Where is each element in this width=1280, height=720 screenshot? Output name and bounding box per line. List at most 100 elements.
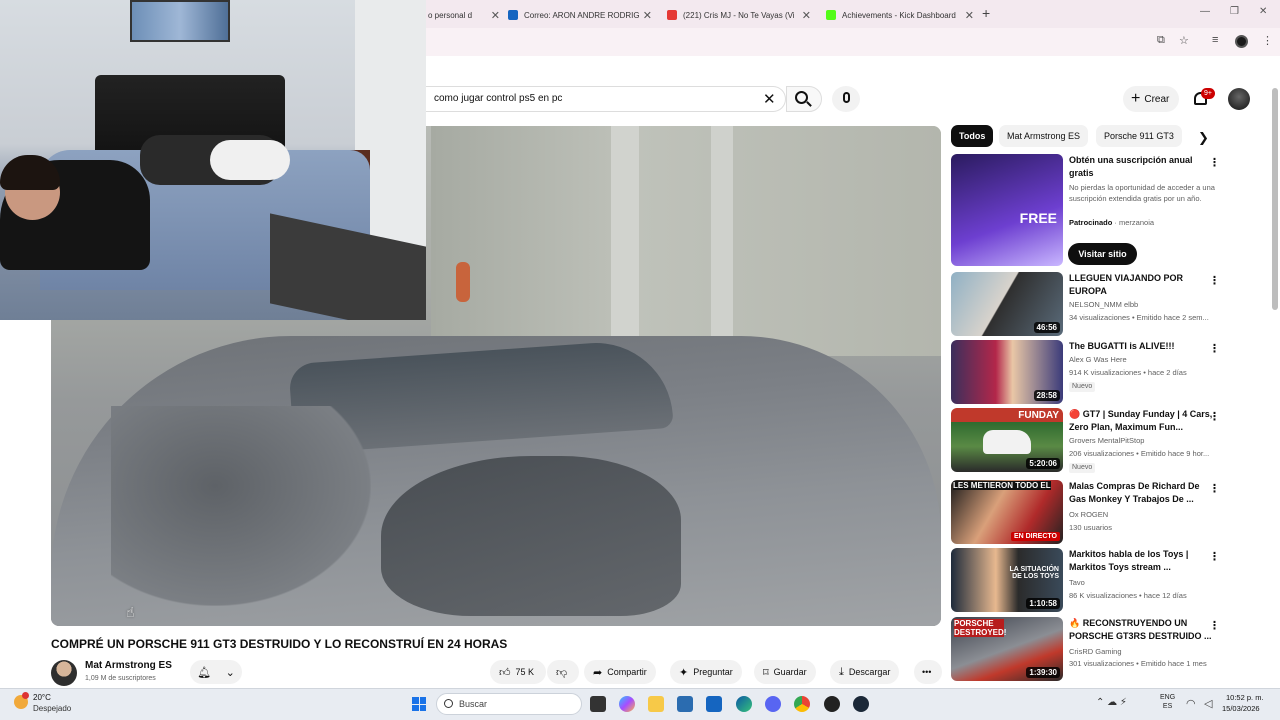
- list-item[interactable]: LES METIERON TODO EL EN DIRECTO Malas Co…: [951, 480, 1221, 544]
- clear-search-icon[interactable]: ✕: [763, 90, 776, 108]
- outlook-icon[interactable]: [706, 696, 722, 712]
- speaker-icon[interactable]: ◁: [1204, 697, 1212, 710]
- edge-icon[interactable]: [736, 696, 752, 712]
- taskbar-search[interactable]: Buscar: [436, 693, 582, 715]
- discord-icon[interactable]: [765, 696, 781, 712]
- rec-title[interactable]: 🔴 GT7 | Sunday Funday | 4 Cars, Zero Pla…: [1069, 408, 1219, 434]
- chip-porsche[interactable]: Porsche 911 GT3: [1096, 125, 1182, 147]
- close-icon[interactable]: ✕: [643, 9, 652, 22]
- more-vertical-icon[interactable]: ⋮: [1209, 550, 1220, 563]
- subscription-bell-button[interactable]: 🔔︎ ⌄: [190, 660, 242, 684]
- rec-title[interactable]: 🔥 RECONSTRUYENDO UN PORSCHE GT3RS DESTRU…: [1069, 617, 1219, 643]
- reading-list-icon[interactable]: ≡: [1212, 34, 1218, 46]
- share-icon: ➦: [593, 666, 603, 679]
- obs-icon[interactable]: [824, 696, 840, 712]
- video-thumbnail[interactable]: FUNDAY 5:20:06: [951, 408, 1063, 472]
- start-button[interactable]: [412, 697, 426, 711]
- more-vertical-icon[interactable]: ⋮: [1209, 274, 1220, 287]
- rec-title[interactable]: LLEGUEN VIAJANDO POR EUROPA: [1069, 272, 1219, 298]
- microphone-icon[interactable]: [843, 92, 850, 103]
- rec-channel[interactable]: Alex G Was Here: [1069, 355, 1127, 364]
- list-item[interactable]: FUNDAY 5:20:06 🔴 GT7 | Sunday Funday | 4…: [951, 408, 1221, 473]
- create-button[interactable]: + Crear: [1123, 86, 1179, 112]
- weather-alert-badge: [22, 692, 29, 699]
- cast-icon[interactable]: ⧉: [1157, 34, 1165, 47]
- language-indicator[interactable]: ENG ES: [1160, 693, 1175, 711]
- chip-all[interactable]: Todos: [951, 125, 994, 147]
- more-vertical-icon[interactable]: ⋮: [1209, 482, 1220, 495]
- new-tab-button[interactable]: +: [982, 5, 990, 21]
- steam-icon[interactable]: [853, 696, 869, 712]
- more-vertical-icon[interactable]: ⋮: [1209, 619, 1220, 632]
- like-button[interactable]: 👍︎ 75 K: [490, 660, 546, 684]
- clock-time[interactable]: 10:52 p. m.: [1226, 693, 1264, 702]
- system-tray[interactable]: ⌃ ☁ ⚡: [1096, 697, 1127, 708]
- more-actions-button[interactable]: •••: [914, 660, 942, 684]
- rec-channel[interactable]: NELSON_NMM elbb: [1069, 300, 1138, 309]
- rec-channel[interactable]: Tavo: [1069, 578, 1085, 587]
- search-icon[interactable]: [795, 91, 808, 104]
- ad-thumbnail[interactable]: FREE: [951, 154, 1063, 266]
- task-view-icon[interactable]: [590, 696, 606, 712]
- store-icon[interactable]: [677, 696, 693, 712]
- visit-site-button[interactable]: Visitar sitio: [1068, 243, 1137, 265]
- plus-icon: +: [1131, 90, 1141, 107]
- weather-temperature[interactable]: 20°C: [33, 693, 51, 702]
- close-icon[interactable]: ✕: [965, 9, 974, 22]
- rec-title[interactable]: The BUGATTI is ALIVE!!!: [1069, 340, 1219, 353]
- copilot-icon[interactable]: [619, 696, 635, 712]
- video-thumbnail[interactable]: LA SITUACIÓN DE LOS TOYS 1:10:58: [951, 548, 1063, 612]
- rec-meta: 301 visualizaciones • Emitido hace 1 mes: [1069, 659, 1207, 668]
- clock-date[interactable]: 15/03/2026: [1222, 704, 1260, 713]
- save-button[interactable]: ⌑ Guardar: [754, 660, 816, 684]
- list-item[interactable]: LA SITUACIÓN DE LOS TOYS 1:10:58 Markito…: [951, 548, 1221, 612]
- close-window-icon[interactable]: ✕: [1259, 6, 1267, 17]
- rec-channel[interactable]: CrisRD Gaming: [1069, 647, 1122, 656]
- list-item[interactable]: 46:56 LLEGUEN VIAJANDO POR EUROPA NELSON…: [951, 272, 1221, 336]
- tab-youtube-music[interactable]: (221) Cris MJ - No Te Vayas (Vi ✕: [667, 4, 811, 26]
- more-vertical-icon[interactable]: ⋮: [1209, 156, 1220, 169]
- chrome-icon[interactable]: [794, 696, 810, 712]
- webcam-overlay: [0, 0, 426, 320]
- ask-button[interactable]: ✦ Preguntar: [670, 660, 742, 684]
- search-input[interactable]: como jugar control ps5 en pc: [434, 93, 562, 104]
- sparkle-icon: ✦: [679, 666, 689, 679]
- more-vertical-icon[interactable]: ⋮: [1209, 342, 1220, 355]
- scrollbar[interactable]: [1272, 88, 1278, 310]
- rec-channel[interactable]: Ox ROGEN: [1069, 510, 1108, 519]
- tab-kick[interactable]: Achievements - Kick Dashboard ✕: [826, 4, 974, 26]
- video-thumbnail[interactable]: 28:58: [951, 340, 1063, 404]
- avatar[interactable]: [1228, 88, 1250, 110]
- rec-title[interactable]: Malas Compras De Richard De Gas Monkey Y…: [1069, 480, 1219, 506]
- bookmark-star-icon[interactable]: ☆: [1179, 34, 1189, 47]
- list-item[interactable]: PORSCHE DESTROYED! 1:39:30 🔥 RECONSTRUYE…: [951, 617, 1221, 681]
- close-icon[interactable]: ✕: [491, 9, 500, 22]
- tab-mail[interactable]: Correo: ARON ANDRE RODRIG ✕: [508, 4, 652, 26]
- rec-channel[interactable]: Grovers MentalPitStop: [1069, 436, 1144, 445]
- more-vertical-icon[interactable]: ⋮: [1209, 410, 1220, 423]
- minimize-icon[interactable]: —: [1200, 6, 1210, 17]
- channel-avatar[interactable]: [51, 660, 77, 686]
- browser-profile-icon[interactable]: [1235, 35, 1248, 48]
- download-button[interactable]: ⤓ Descargar: [830, 660, 900, 684]
- video-thumbnail[interactable]: LES METIERON TODO EL EN DIRECTO: [951, 480, 1063, 544]
- chip-channel[interactable]: Mat Armstrong ES: [999, 125, 1089, 147]
- rec-title[interactable]: Markitos habla de los Toys | Markitos To…: [1069, 548, 1219, 574]
- list-item[interactable]: 28:58 The BUGATTI is ALIVE!!! Alex G Was…: [951, 340, 1221, 404]
- close-icon[interactable]: ✕: [802, 9, 811, 22]
- dislike-button[interactable]: 👎︎: [547, 660, 579, 684]
- ad-title[interactable]: Obtén una suscripción anual gratis: [1069, 154, 1219, 180]
- tab-personal[interactable]: o personal d ✕: [428, 4, 500, 26]
- video-thumbnail[interactable]: PORSCHE DESTROYED! 1:39:30: [951, 617, 1063, 681]
- wifi-icon[interactable]: ◠: [1186, 697, 1196, 710]
- car-shape: [983, 430, 1031, 454]
- share-button[interactable]: ➦ Compartir: [584, 660, 656, 684]
- maximize-icon[interactable]: ❐: [1230, 6, 1239, 17]
- file-explorer-icon[interactable]: [648, 696, 664, 712]
- video-thumbnail[interactable]: 46:56: [951, 272, 1063, 336]
- weather-description[interactable]: Despejado: [33, 704, 71, 713]
- more-menu-icon[interactable]: ⋮: [1262, 34, 1273, 47]
- notification-badge: 9+: [1201, 88, 1215, 99]
- channel-name[interactable]: Mat Armstrong ES: [85, 660, 172, 671]
- chevron-right-icon[interactable]: ❯: [1198, 130, 1209, 146]
